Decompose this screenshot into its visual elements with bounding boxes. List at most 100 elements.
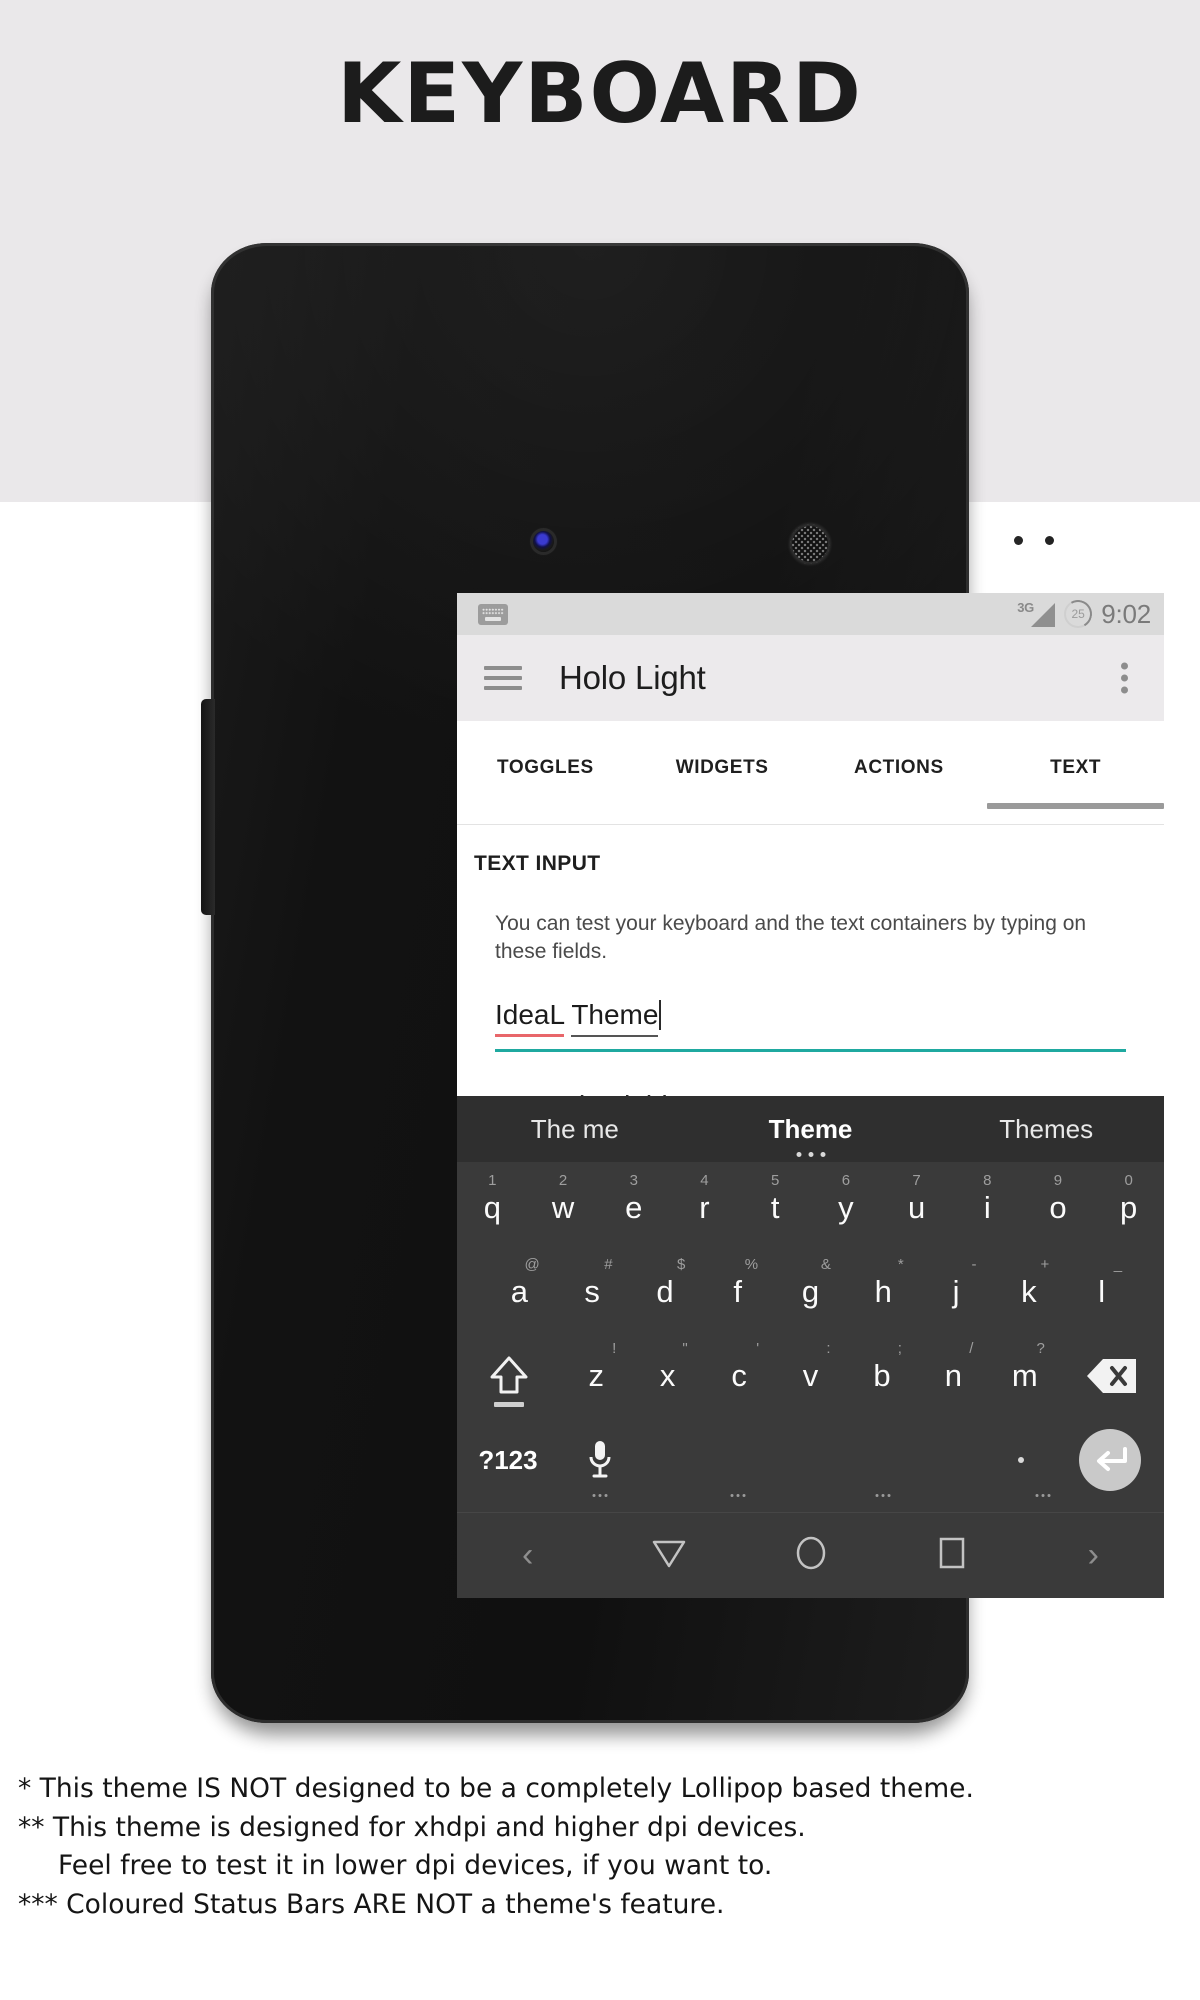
key-sub-label: 4 (700, 1172, 709, 1189)
page-root: KEYBOARD 3G 25 9:02 Holo Light TOGGLES W… (0, 0, 1200, 2000)
page-title: KEYBOARD (337, 45, 863, 142)
key-label: z (588, 1358, 605, 1393)
key-label: g (801, 1274, 820, 1309)
key-w[interactable]: 2w (528, 1166, 599, 1250)
text-field-group[interactable]: IdeaL Theme (495, 999, 1126, 1053)
key-p[interactable]: 0p (1093, 1166, 1164, 1250)
text-input-section: TEXT INPUT You can test your keyboard an… (457, 825, 1164, 1135)
key-label: m (1011, 1358, 1038, 1393)
nav-back-button[interactable] (598, 1536, 739, 1575)
key-h[interactable]: * h (847, 1250, 920, 1334)
shift-key[interactable] (457, 1334, 561, 1418)
key-label: f (733, 1274, 743, 1309)
key-sub-label: % (744, 1256, 759, 1273)
key-f[interactable]: % f (701, 1250, 774, 1334)
key-t[interactable]: 5t (740, 1166, 811, 1250)
key-u[interactable]: 7u (881, 1166, 952, 1250)
volume-button[interactable] (201, 699, 215, 915)
overflow-menu-icon[interactable] (1121, 658, 1128, 699)
key-sub-label: _ (1113, 1256, 1123, 1273)
key-label: v (802, 1358, 819, 1393)
nav-right-chevron[interactable]: › (1023, 1536, 1164, 1575)
home-icon (794, 1534, 828, 1577)
key-y[interactable]: 6y (811, 1166, 882, 1250)
key-i[interactable]: 8i (952, 1166, 1023, 1250)
period-key[interactable] (987, 1418, 1055, 1502)
recents-icon (937, 1535, 967, 1576)
microphone-icon (587, 1439, 613, 1481)
keyboard-row-4: ?123 (457, 1418, 1164, 1512)
suggestion-center[interactable]: Theme (693, 1114, 929, 1145)
key-label: p (1120, 1190, 1138, 1225)
key-a[interactable]: @ a (483, 1250, 556, 1334)
tab-actions[interactable]: ACTIONS (811, 721, 988, 824)
key-k[interactable]: + k (992, 1250, 1065, 1334)
earpiece-speaker-icon (790, 524, 830, 564)
light-sensor-icon (1045, 536, 1054, 545)
key-m[interactable]: ? m (989, 1334, 1060, 1418)
key-q[interactable]: 1q (457, 1166, 528, 1250)
period-icon (1018, 1457, 1025, 1463)
suggestion-right[interactable]: Themes (928, 1114, 1164, 1145)
suggestion-left[interactable]: The me (457, 1114, 693, 1145)
battery-level-label: 25 (1071, 607, 1085, 621)
key-z[interactable]: ! z (561, 1334, 632, 1418)
keyboard-row-3: ! z " x ' c :v ; b / n ? m (457, 1334, 1164, 1418)
nav-recents-button[interactable] (881, 1535, 1022, 1576)
keyboard-row-1: 1q 2w 3e 4r 5t 6y 7u 8i 9o 0p (457, 1162, 1164, 1250)
key-label: j (952, 1274, 960, 1309)
text-field-value[interactable]: IdeaL Theme (495, 999, 662, 1040)
key-r[interactable]: 4r (669, 1166, 740, 1250)
key-e[interactable]: 3e (598, 1166, 669, 1250)
key-n[interactable]: / n (918, 1334, 989, 1418)
key-sub-label: # (604, 1256, 613, 1273)
key-g[interactable]: & g (774, 1250, 847, 1334)
navigation-bar: ‹ › (457, 1512, 1164, 1598)
key-sub-label: 8 (983, 1172, 992, 1189)
key-j[interactable]: -j (920, 1250, 993, 1334)
clock-label: 9:02 (1101, 598, 1151, 629)
app-bar: Holo Light (457, 635, 1164, 721)
key-d[interactable]: $ d (629, 1250, 702, 1334)
nav-left-chevron-label: ‹ (522, 1536, 534, 1574)
voice-input-key[interactable] (559, 1418, 641, 1502)
key-sub-label: " (682, 1340, 688, 1357)
key-sub-label: 9 (1053, 1172, 1063, 1189)
key-sub-label: ! (612, 1340, 617, 1357)
space-key[interactable] (641, 1418, 988, 1502)
symbols-key[interactable]: ?123 (457, 1418, 559, 1502)
key-label: l (1098, 1274, 1106, 1309)
key-sub-label: 0 (1124, 1172, 1133, 1189)
key-v[interactable]: :v (775, 1334, 846, 1418)
tab-toggles[interactable]: TOGGLES (457, 721, 634, 824)
key-c[interactable]: ' c (703, 1334, 774, 1418)
nav-home-button[interactable] (740, 1534, 881, 1577)
hamburger-menu-icon[interactable] (484, 660, 522, 696)
key-s[interactable]: # s (556, 1250, 629, 1334)
key-label: s (584, 1274, 600, 1309)
key-o[interactable]: 9o (1023, 1166, 1094, 1250)
phone-screen: 3G 25 9:02 Holo Light TOGGLES WIDGETS AC… (457, 593, 1164, 1598)
key-label: k (1021, 1274, 1037, 1309)
nav-left-chevron[interactable]: ‹ (457, 1536, 598, 1575)
shift-icon (488, 1354, 530, 1407)
suggestion-expand-icon[interactable] (796, 1152, 825, 1157)
key-sub-label: * (897, 1256, 904, 1273)
tab-widgets[interactable]: WIDGETS (634, 721, 811, 824)
suggestion-strip: The me Theme Themes (457, 1096, 1164, 1162)
backspace-key[interactable] (1061, 1334, 1165, 1418)
key-l[interactable]: _ l (1065, 1250, 1138, 1334)
key-b[interactable]: ; b (846, 1334, 917, 1418)
enter-key[interactable] (1055, 1418, 1164, 1502)
note-line-3: Feel free to test it in lower dpi device… (58, 1850, 773, 1882)
key-x[interactable]: " x (632, 1334, 703, 1418)
backspace-icon (1085, 1356, 1139, 1396)
key-label: d (656, 1274, 674, 1309)
section-title: TEXT INPUT (474, 852, 601, 875)
key-sub-label: @ (524, 1256, 540, 1273)
note-line-1: * This theme IS NOT designed to be a com… (18, 1773, 974, 1804)
key-sub-label: 3 (629, 1172, 638, 1189)
note-line-2: ** This theme is designed for xhdpi and … (18, 1811, 806, 1843)
key-label: h (874, 1274, 892, 1309)
key-label: r (699, 1190, 710, 1225)
